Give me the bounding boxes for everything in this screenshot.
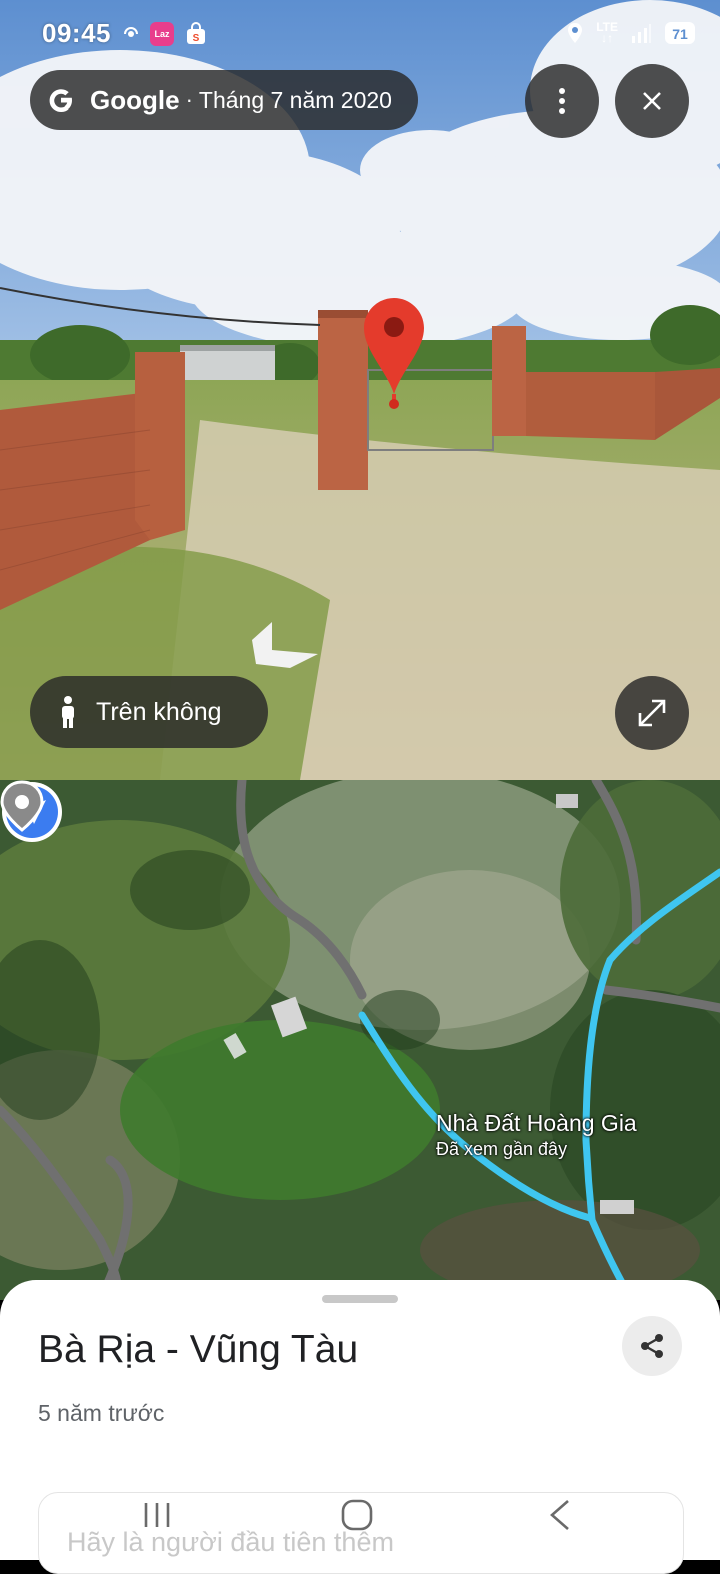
- place-label[interactable]: Nhà Đất Hoàng Gia Đã xem gần đây: [436, 1110, 637, 1160]
- more-vert-icon: [559, 88, 565, 114]
- status-time: 09:45: [42, 18, 111, 48]
- share-button[interactable]: [622, 1316, 682, 1376]
- aerial-view-label: Trên không: [96, 697, 222, 726]
- place-subtitle: Đã xem gần đây: [436, 1139, 568, 1159]
- fullscreen-button[interactable]: [615, 676, 689, 750]
- lte-arrows: ↓↑: [601, 31, 614, 45]
- capture-age: 5 năm trước: [38, 1400, 165, 1426]
- satellite-imagery[interactable]: [0, 780, 720, 1300]
- google-g-icon: [49, 89, 72, 112]
- satellite-map[interactable]: Nhà Đất Hoàng Gia Đã xem gần đây: [0, 780, 720, 1300]
- sheet-drag-handle[interactable]: [322, 1295, 398, 1303]
- svg-text:71: 71: [672, 26, 688, 42]
- shopping-bag-icon: S: [187, 22, 205, 44]
- place-name: Nhà Đất Hoàng Gia: [436, 1110, 637, 1136]
- date-separator: ·: [185, 87, 193, 112]
- aerial-view-button[interactable]: Trên không: [30, 676, 268, 748]
- imagery-date-pill[interactable]: Google · Tháng 7 năm 2020: [30, 70, 418, 130]
- lte-icon: LTE ↓↑: [596, 21, 618, 45]
- location-title: Bà Rịa - Vũng Tàu: [38, 1328, 359, 1371]
- person-icon: [62, 696, 74, 728]
- close-icon: [643, 92, 661, 110]
- status-bar: 09:45 Laz S LTE ↓↑ 71: [0, 0, 720, 70]
- laz-app-icon: Laz: [150, 22, 174, 46]
- home-icon[interactable]: [340, 1498, 374, 1532]
- imagery-date: Tháng 7 năm 2020: [198, 86, 392, 113]
- place-marker-icon[interactable]: [0, 780, 44, 832]
- street-view-panel[interactable]: 09:45 Laz S LTE ↓↑ 71 Google · Tháng 7 n…: [0, 0, 720, 780]
- signal-icon: [124, 27, 138, 37]
- system-navigation-bar: [0, 1478, 720, 1560]
- cell-signal-icon: [632, 24, 651, 43]
- battery-icon: 71: [665, 22, 695, 44]
- back-icon[interactable]: [548, 1498, 572, 1532]
- google-brand-label: Google: [90, 84, 180, 115]
- share-icon: [641, 1334, 663, 1358]
- more-options-button[interactable]: [525, 64, 599, 138]
- expand-icon: [638, 699, 666, 727]
- recent-apps-icon[interactable]: [142, 1500, 172, 1530]
- location-icon: [568, 23, 583, 43]
- close-button[interactable]: [615, 64, 689, 138]
- svg-text:S: S: [193, 33, 200, 44]
